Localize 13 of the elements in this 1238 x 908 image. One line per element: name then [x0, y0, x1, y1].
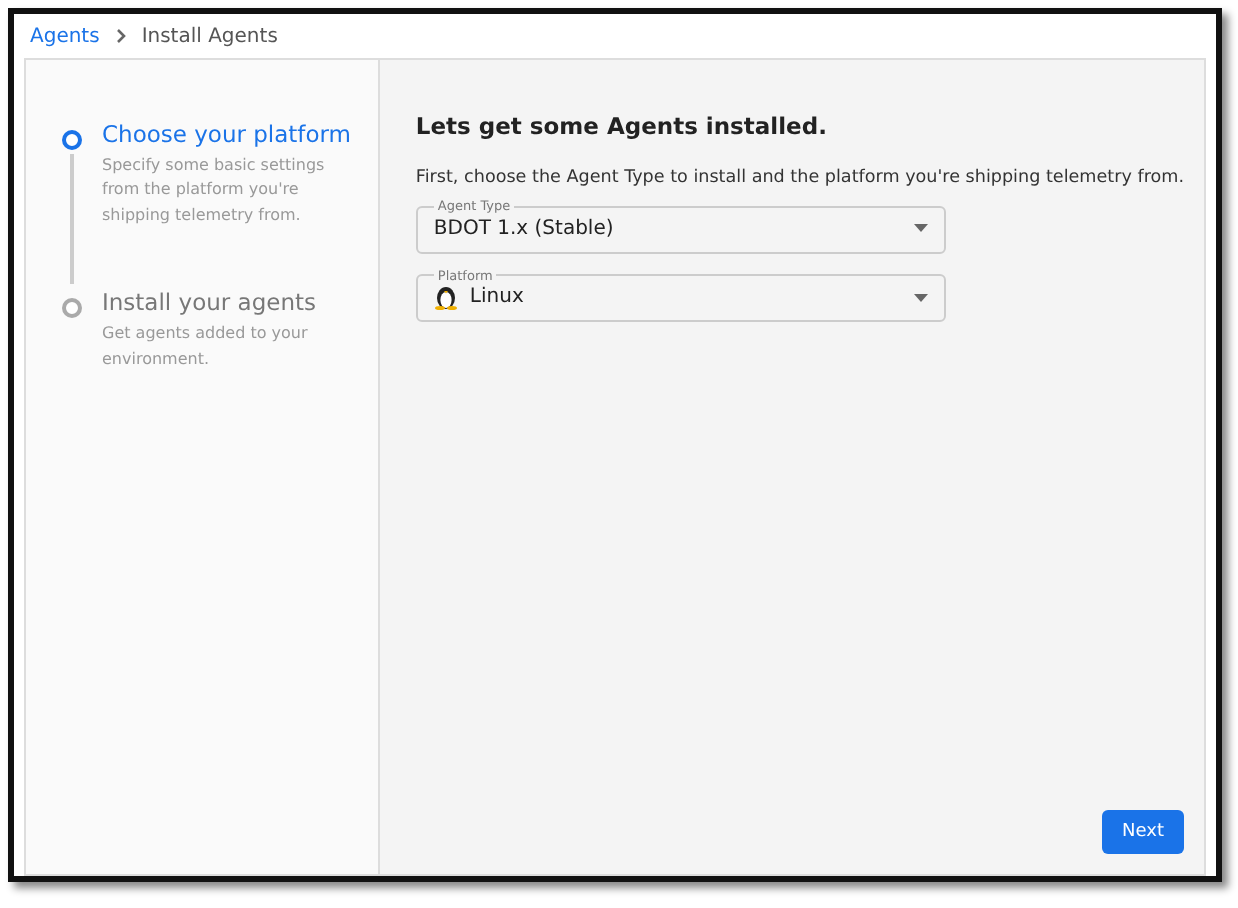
penguin-icon: [433, 284, 458, 310]
page-heading: Lets get some Agents installed.: [415, 112, 829, 140]
caret-icon: [913, 293, 928, 301]
breadcrumb-current: Install Agents: [141, 25, 278, 47]
breadcrumb-link[interactable]: Agents: [30, 25, 100, 47]
step-title[interactable]: Install your agents: [102, 288, 342, 317]
intro-text: First, choose the Agent Type to install and the platform you're shipping telemetry from.: [415, 168, 1184, 188]
step-description: Get agents added to your environment.: [102, 322, 310, 372]
next-button[interactable]: Next: [1102, 810, 1184, 854]
caret-icon: [913, 224, 928, 232]
chevron-icon: [115, 28, 126, 44]
step-title[interactable]: Choose your platform: [102, 120, 351, 148]
step-description: Specify some basic settings from the platform you're shipping telemetry from.: [102, 154, 327, 228]
